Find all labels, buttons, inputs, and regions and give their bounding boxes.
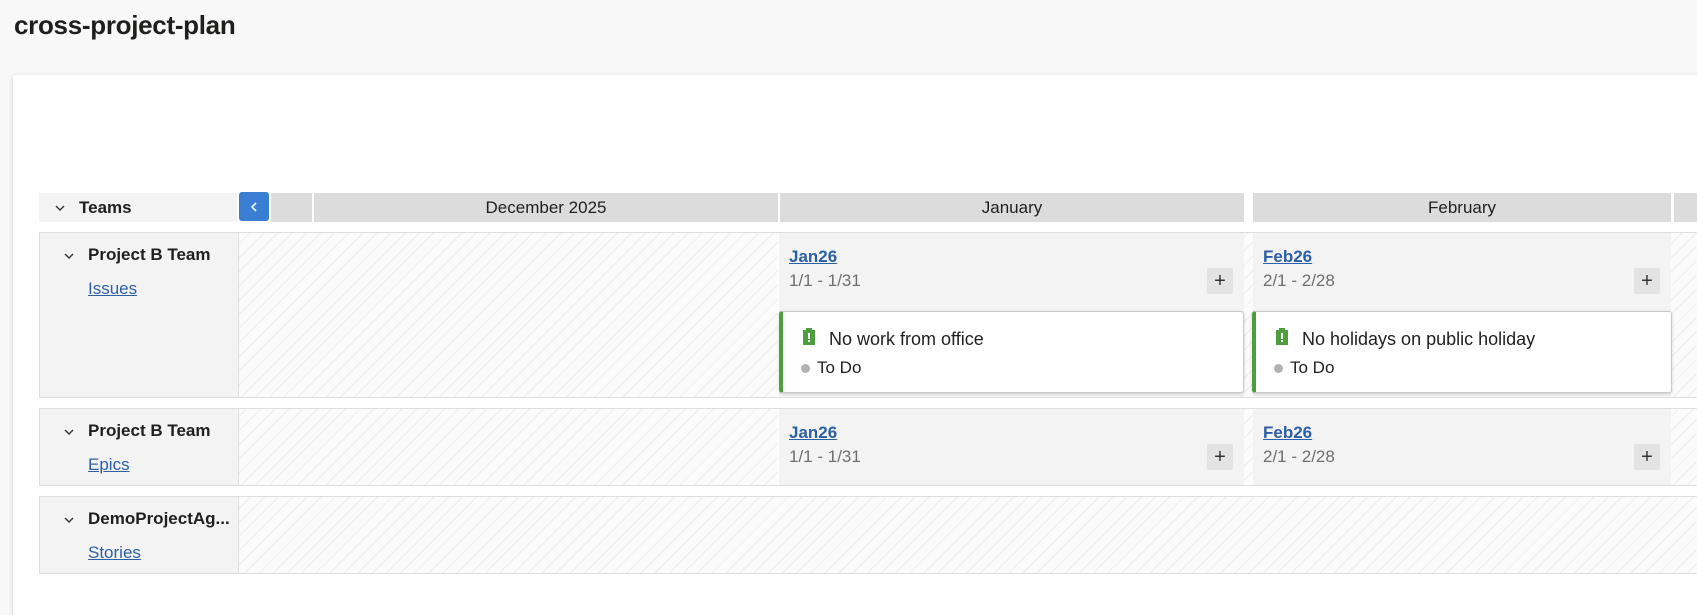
card-title: No work from office bbox=[829, 329, 984, 349]
work-item-card[interactable]: No holidays on public holiday To Do bbox=[1252, 311, 1672, 393]
empty-period bbox=[239, 409, 778, 485]
month-header-february: February bbox=[1253, 193, 1671, 222]
empty-period bbox=[239, 233, 778, 397]
empty-period bbox=[1671, 233, 1697, 397]
team-cell: Project B Team Issues bbox=[39, 232, 239, 398]
month-header-january: January bbox=[780, 193, 1244, 222]
gap-period bbox=[1244, 409, 1253, 485]
team-name: Project B Team bbox=[88, 245, 211, 264]
previous-period-button[interactable] bbox=[239, 192, 269, 221]
team-cell: Project B Team Epics bbox=[39, 408, 239, 486]
add-item-button[interactable]: + bbox=[1634, 268, 1660, 294]
issue-icon bbox=[1274, 327, 1290, 351]
iteration-cell: Jan26 1/1 - 1/31 + bbox=[779, 409, 1244, 485]
issue-icon bbox=[801, 327, 817, 351]
state-dot bbox=[1274, 364, 1283, 373]
empty-period bbox=[239, 497, 1697, 573]
add-item-button[interactable]: + bbox=[1634, 444, 1660, 470]
state-dot bbox=[801, 364, 810, 373]
chevron-down-icon[interactable] bbox=[58, 509, 80, 531]
work-item-card[interactable]: No work from office To Do bbox=[779, 311, 1244, 393]
backlog-link-epics[interactable]: Epics bbox=[88, 455, 130, 475]
add-item-button[interactable]: + bbox=[1207, 444, 1233, 470]
iteration-cell: Feb26 2/1 - 2/28 + bbox=[1253, 409, 1671, 485]
iteration-link-jan26[interactable]: Jan26 bbox=[789, 423, 837, 443]
iteration-dates: 1/1 - 1/31 bbox=[789, 447, 861, 466]
team-cell: DemoProjectAg... Stories bbox=[39, 496, 239, 574]
chevron-down-icon[interactable] bbox=[49, 197, 71, 219]
backlog-link-stories[interactable]: Stories bbox=[88, 543, 141, 563]
add-item-button[interactable]: + bbox=[1207, 268, 1233, 294]
iteration-link-feb26[interactable]: Feb26 bbox=[1263, 423, 1312, 443]
chevron-down-icon[interactable] bbox=[58, 245, 80, 267]
month-header-spacer bbox=[271, 193, 312, 222]
iteration-dates: 1/1 - 1/31 bbox=[789, 271, 861, 290]
page-title: cross-project-plan bbox=[14, 10, 236, 40]
team-name: Project B Team bbox=[88, 421, 211, 440]
team-name: DemoProjectAg... bbox=[88, 509, 230, 528]
empty-period bbox=[1671, 409, 1697, 485]
iteration-dates: 2/1 - 2/28 bbox=[1263, 447, 1335, 466]
iteration-link-feb26[interactable]: Feb26 bbox=[1263, 247, 1312, 267]
chevron-left-icon bbox=[250, 201, 257, 212]
card-title: No holidays on public holiday bbox=[1302, 329, 1536, 349]
card-state: To Do bbox=[817, 358, 862, 377]
backlog-link-issues[interactable]: Issues bbox=[88, 279, 137, 299]
iteration-link-jan26[interactable]: Jan26 bbox=[789, 247, 837, 267]
chevron-down-icon[interactable] bbox=[58, 421, 80, 443]
card-state: To Do bbox=[1290, 358, 1335, 377]
teams-header: Teams bbox=[39, 193, 237, 222]
month-header-next bbox=[1674, 193, 1697, 222]
month-header-december: December 2025 bbox=[314, 193, 778, 222]
iteration-dates: 2/1 - 2/28 bbox=[1263, 271, 1335, 290]
teams-header-label: Teams bbox=[79, 197, 132, 217]
